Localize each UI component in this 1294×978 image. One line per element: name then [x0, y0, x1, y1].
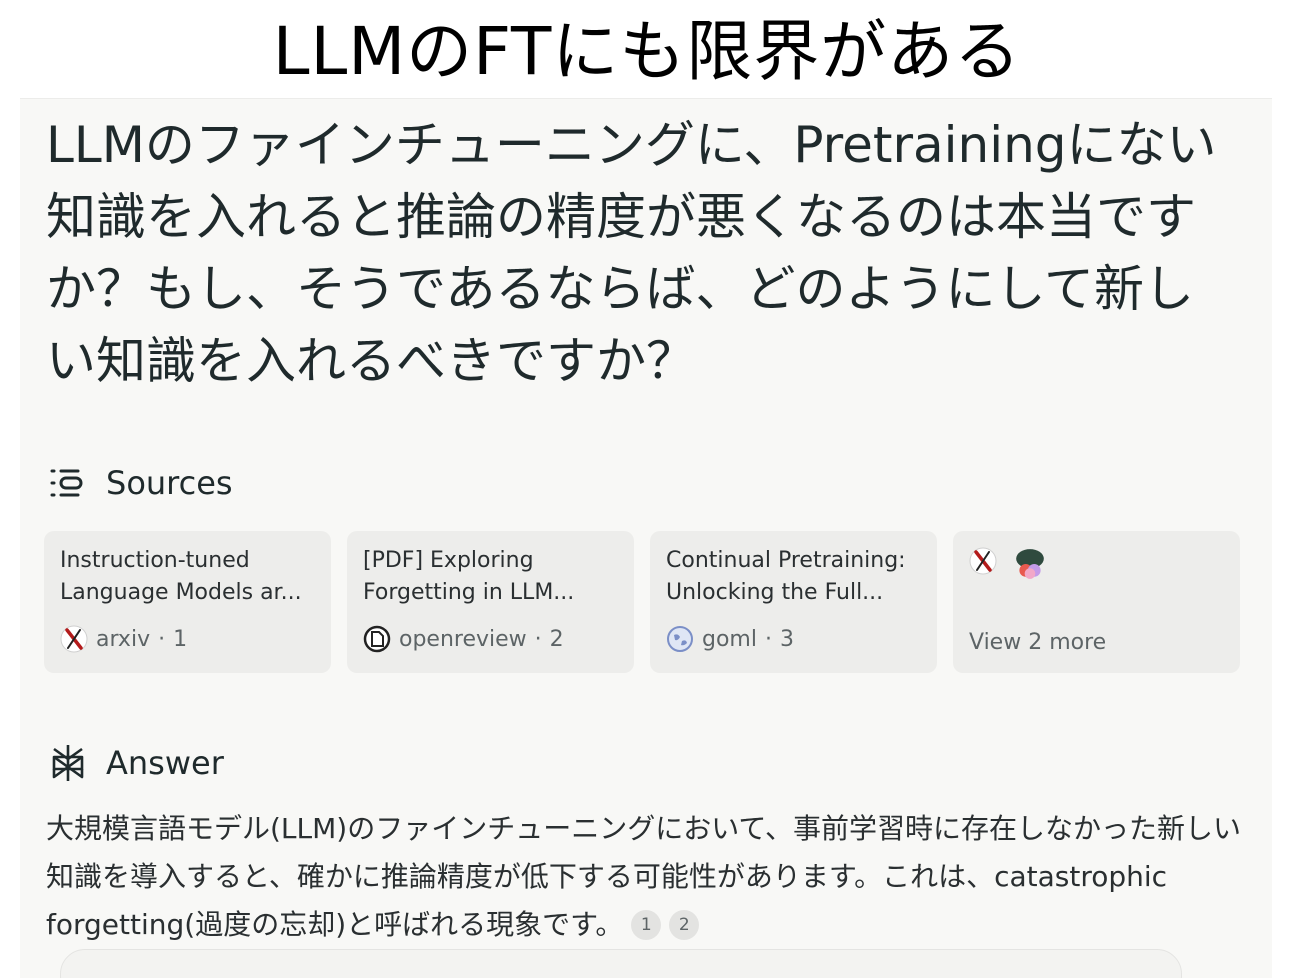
- query-title: LLMのファインチューニングに、Pretrainingにない知識を入れると推論の…: [46, 116, 1217, 390]
- sources-list: Instruction-tuned Language Models ar... …: [44, 531, 1240, 673]
- source-card-title: [PDF] Exploring Forgetting in LLM...: [363, 545, 618, 609]
- source-site: goml: [702, 626, 757, 652]
- perplexity-logo-icon: [52, 745, 84, 781]
- arxiv-favicon-icon: [969, 547, 997, 575]
- follow-up-input-bar[interactable]: [60, 949, 1182, 978]
- source-card-arxiv[interactable]: Instruction-tuned Language Models ar... …: [44, 531, 331, 673]
- sources-icon: [50, 469, 83, 497]
- source-title-line: Unlocking the Full...: [666, 580, 884, 605]
- source-meta: goml · 3: [666, 625, 794, 653]
- search-result-screenshot: LLMのファインチューニングに、Pretrainingにない知識を入れると推論の…: [20, 98, 1272, 978]
- more-source-icons: [969, 545, 1224, 581]
- globe-favicon-icon: [667, 626, 693, 652]
- source-index: 3: [779, 626, 794, 652]
- sources-header: Sources: [48, 463, 233, 503]
- arxiv-favicon-icon: [60, 625, 88, 653]
- answer-body: 大規模言語モデル(LLM)のファインチューニングにおいて、事前学習時に存在しなか…: [46, 805, 1246, 949]
- source-index: 2: [549, 626, 564, 652]
- slide-title: LLMのFTにも限界がある: [272, 13, 1022, 90]
- source-title-line: [PDF] Exploring: [363, 548, 534, 573]
- view-more-link[interactable]: View 2 more: [969, 630, 1106, 655]
- source-site: arxiv: [96, 626, 151, 652]
- view-more-sources-card[interactable]: View 2 more: [953, 531, 1240, 673]
- blob-favicon-icon: [1016, 549, 1044, 579]
- source-site: openreview: [399, 626, 527, 652]
- answer-header: Answer: [48, 743, 224, 783]
- openreview-favicon-icon: [363, 625, 391, 653]
- source-title-line: Continual Pretraining:: [666, 548, 906, 573]
- source-card-title: Instruction-tuned Language Models ar...: [60, 545, 315, 609]
- source-title-line: Forgetting in LLM...: [363, 580, 575, 605]
- source-title-line: Instruction-tuned: [60, 548, 250, 573]
- answer-heading: Answer: [106, 744, 224, 782]
- source-separator: ·: [764, 626, 772, 652]
- source-separator: ·: [534, 626, 542, 652]
- source-card-title: Continual Pretraining: Unlocking the Ful…: [666, 545, 921, 609]
- source-separator: ·: [158, 626, 166, 652]
- source-meta: arxiv · 1: [60, 625, 187, 653]
- source-card-goml[interactable]: Continual Pretraining: Unlocking the Ful…: [650, 531, 937, 673]
- source-meta: openreview · 2: [363, 625, 564, 653]
- source-title-line: Language Models ar...: [60, 580, 302, 605]
- citation-badge[interactable]: 1: [631, 910, 662, 940]
- source-index: 1: [173, 626, 188, 652]
- citation-badge[interactable]: 2: [669, 910, 700, 940]
- sources-heading: Sources: [106, 464, 233, 502]
- source-card-openreview[interactable]: [PDF] Exploring Forgetting in LLM... ope…: [347, 531, 634, 673]
